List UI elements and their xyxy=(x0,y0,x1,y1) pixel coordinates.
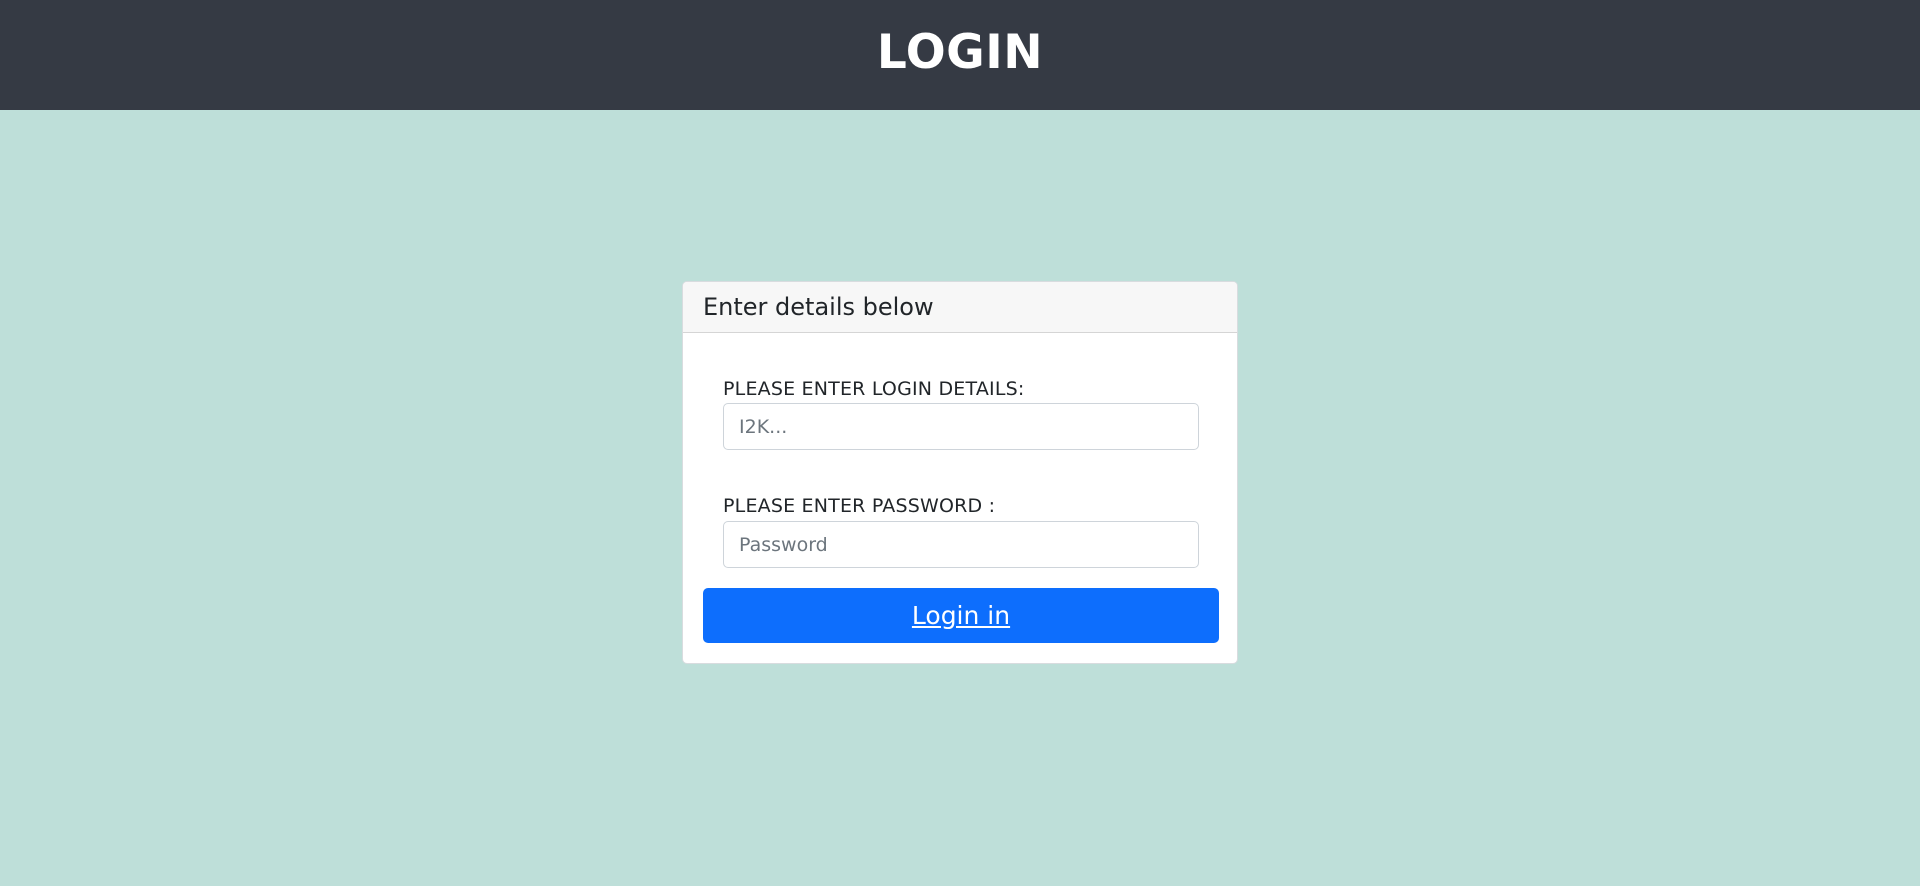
password-input[interactable] xyxy=(723,521,1199,568)
login-field-label: PLEASE ENTER LOGIN DETAILS: xyxy=(723,378,1025,400)
top-header-bar: LOGIN xyxy=(0,0,1920,110)
login-input[interactable] xyxy=(723,403,1199,450)
password-field-label: PLEASE ENTER PASSWORD : xyxy=(723,495,996,517)
card-title: Enter details below xyxy=(703,293,934,321)
page-title: LOGIN xyxy=(876,24,1044,80)
card-header: Enter details below xyxy=(683,282,1237,333)
login-card: Enter details below PLEASE ENTER LOGIN D… xyxy=(682,281,1238,664)
login-button[interactable]: Login in xyxy=(703,588,1219,643)
